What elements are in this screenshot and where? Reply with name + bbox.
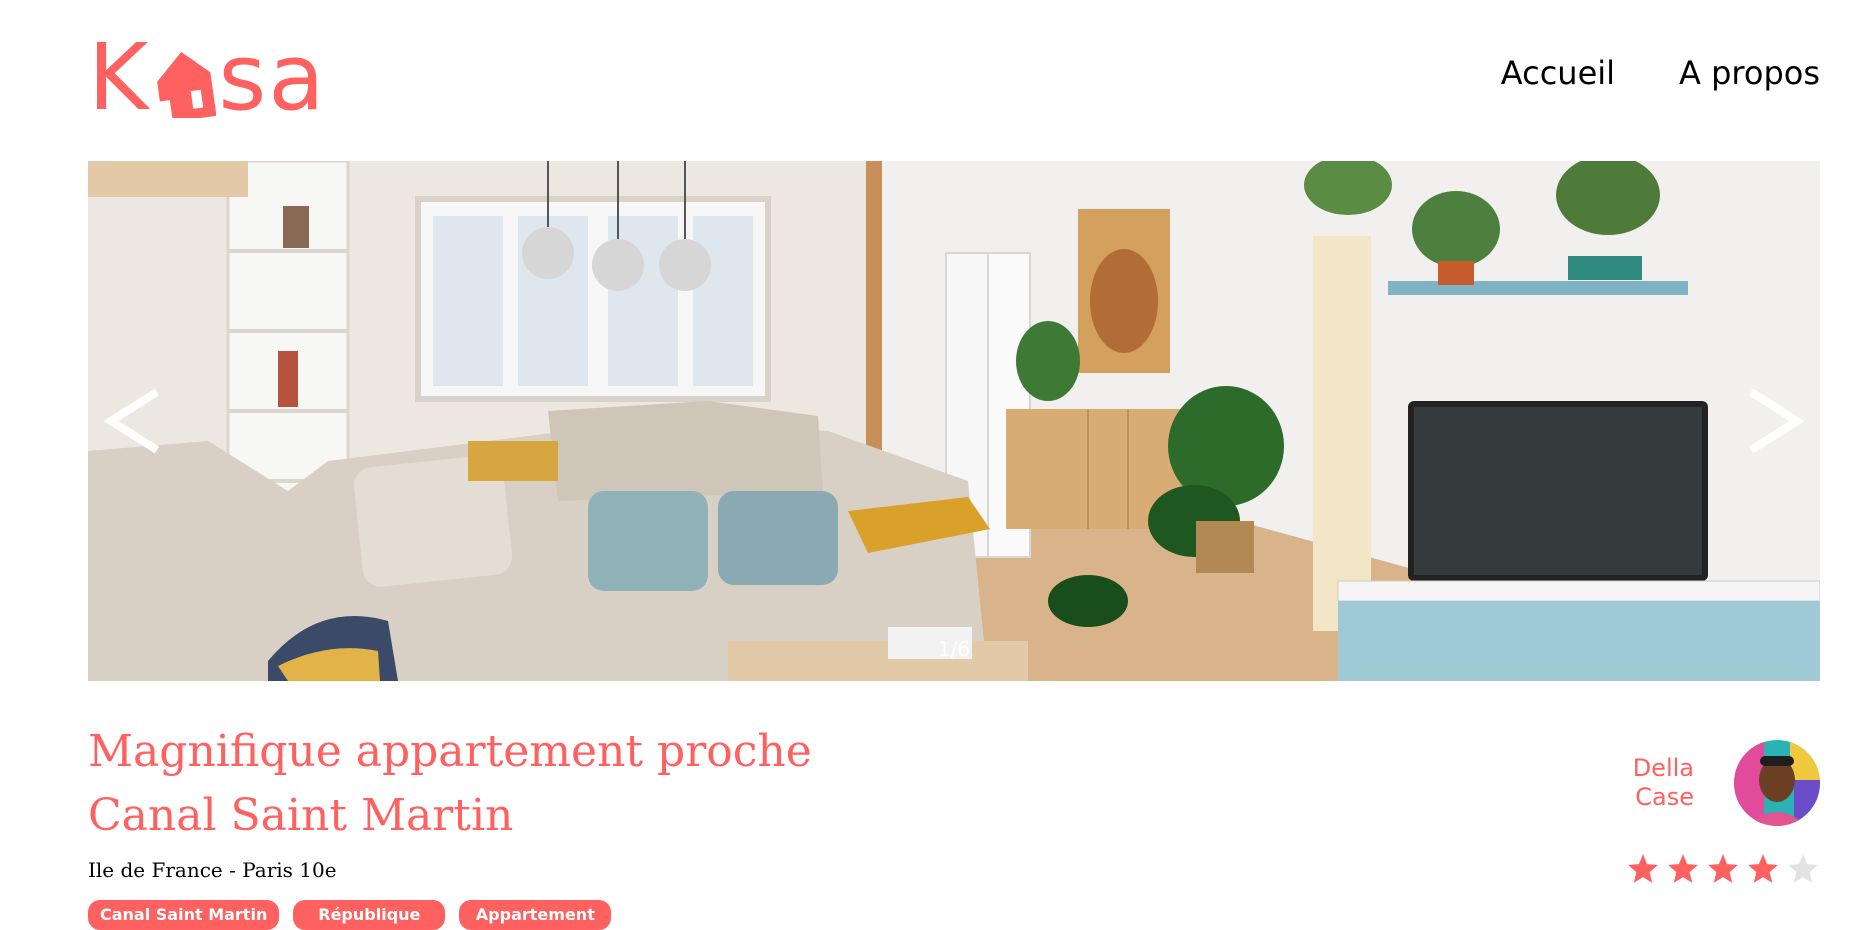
listing-location: Ile de France - Paris 10e	[88, 858, 337, 882]
star-empty-icon	[1788, 854, 1818, 883]
nav-home-link[interactable]: Accueil	[1501, 54, 1615, 92]
rating-stars	[1626, 852, 1820, 886]
apartment-photo	[88, 161, 1820, 681]
chevron-left-icon	[103, 388, 160, 454]
star-filled-icon	[1708, 854, 1738, 883]
image-counter: 1/6	[937, 637, 971, 661]
photo-carousel: 1/6	[88, 161, 1820, 681]
host-portrait	[1734, 740, 1820, 826]
tag-item: République	[293, 900, 446, 930]
chevron-right-icon	[1748, 388, 1805, 454]
house-icon	[157, 52, 217, 118]
logo-letter-k: K	[88, 24, 151, 131]
listing-title: Magnifique appartement proche Canal Sain…	[88, 720, 848, 848]
main-nav: Accueil A propos	[1501, 54, 1820, 92]
host-first-name: Della	[1632, 754, 1694, 782]
previous-image-button[interactable]	[98, 371, 168, 471]
listing-info: Magnifique appartement proche Canal Sain…	[88, 720, 848, 930]
host-card: Della Case	[1633, 740, 1820, 826]
kasa-logo[interactable]: K sa	[88, 30, 327, 126]
star-filled-icon	[1748, 854, 1778, 883]
listing-title-line1: Magnifique appartement proche	[88, 726, 812, 777]
site-header: K sa Accueil A propos	[88, 30, 1820, 130]
listing-title-line2: Canal Saint Martin	[88, 790, 514, 841]
next-image-button[interactable]	[1740, 371, 1810, 471]
tag-list: Canal Saint Martin République Appartemen…	[88, 900, 848, 930]
host-avatar	[1734, 740, 1820, 826]
host-name: Della Case	[1633, 754, 1694, 812]
tag-item: Appartement	[459, 900, 612, 930]
logo-letters-sa: sa	[218, 24, 327, 131]
tag-item: Canal Saint Martin	[88, 900, 280, 930]
star-filled-icon	[1668, 854, 1698, 883]
star-filled-icon	[1628, 854, 1658, 883]
nav-about-link[interactable]: A propos	[1679, 54, 1820, 92]
host-last-name: Case	[1635, 783, 1694, 811]
